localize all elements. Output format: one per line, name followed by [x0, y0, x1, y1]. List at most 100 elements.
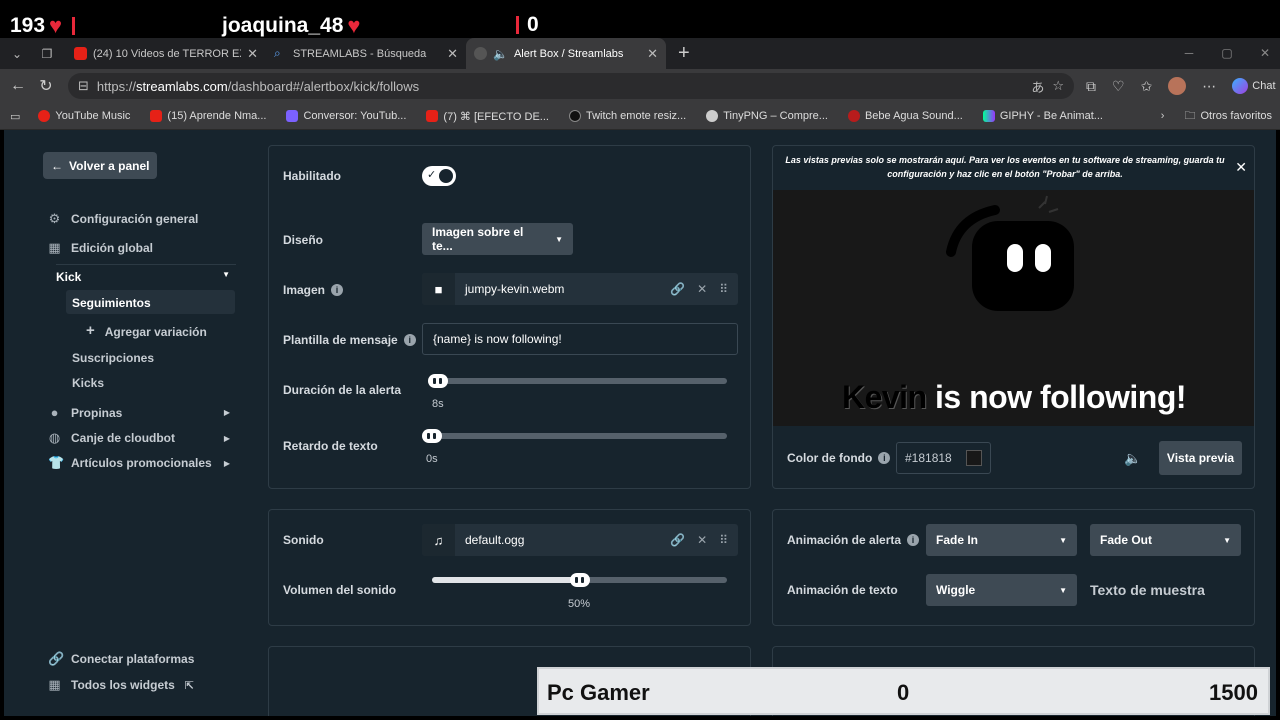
- performance-icon[interactable]: ♡: [1112, 78, 1125, 95]
- duration-slider[interactable]: [428, 374, 727, 388]
- caret-right-icon: ▶: [223, 458, 230, 468]
- site-info-icon[interactable]: ⊟: [78, 78, 89, 94]
- close-tab-icon[interactable]: ✕: [447, 46, 458, 62]
- new-tab-icon[interactable]: +: [678, 42, 690, 65]
- bookmark-label: Bebe Agua Sound...: [864, 110, 963, 122]
- sidebar-item-general[interactable]: ⚙ Configuración general: [48, 211, 238, 227]
- sidebar-item-subscriptions[interactable]: Suscripciones: [72, 351, 154, 365]
- color-swatch[interactable]: [966, 450, 982, 466]
- slider-handle[interactable]: [422, 429, 442, 443]
- bookmark-item[interactable]: GIPHY - Be Animat...: [982, 110, 1103, 122]
- bookmark-item[interactable]: YouTube Music: [38, 110, 130, 122]
- text-animation-select[interactable]: Wiggle ▼: [926, 574, 1077, 606]
- browser-tab[interactable]: ⌕ STREAMLABS - Búsqueda ✕: [266, 38, 466, 69]
- volume-icon[interactable]: 🔈: [1124, 450, 1141, 467]
- slider-handle[interactable]: [428, 374, 448, 388]
- goal-label: Pc Gamer: [547, 680, 650, 705]
- minimize-icon[interactable]: ─: [1170, 38, 1208, 69]
- close-tab-icon[interactable]: ✕: [247, 46, 258, 62]
- connect-platforms-link[interactable]: 🔗 Conectar plataformas: [48, 651, 238, 667]
- bookmark-item[interactable]: Bebe Agua Sound...: [847, 110, 963, 122]
- close-tab-icon[interactable]: ✕: [647, 46, 658, 62]
- sound-file-field[interactable]: ♫ default.ogg 🔗 ✕ ⠿: [422, 524, 738, 556]
- bookmark-item[interactable]: (7) ⌘ [EFECTO DE...: [426, 110, 549, 123]
- heart-icon: ♥: [347, 13, 361, 38]
- bookmark-label: Twitch emote resiz...: [585, 110, 687, 122]
- add-variation-button[interactable]: + Agregar variación: [86, 322, 207, 339]
- bookmark-item[interactable]: TinyPNG – Compre...: [706, 110, 828, 122]
- link-icon[interactable]: 🔗: [670, 282, 685, 296]
- bookmark-item[interactable]: Conversor: YouTub...: [286, 110, 406, 122]
- alert-in-select[interactable]: Fade In ▼: [926, 524, 1077, 556]
- check-icon: ✓: [427, 169, 437, 181]
- sidebar-item-kicks[interactable]: Kicks: [72, 376, 104, 390]
- sidebar-item-label: Propinas: [71, 405, 123, 420]
- favorite-star-icon[interactable]: ☆: [1052, 78, 1064, 94]
- speaker-icon[interactable]: 🔈: [493, 47, 508, 61]
- reading-list-icon[interactable]: ▭: [10, 110, 20, 123]
- other-favorites[interactable]: 🗀 Otros favoritos: [1184, 107, 1272, 126]
- bookmark-item[interactable]: Twitch emote resiz...: [568, 110, 687, 122]
- browser-tab-active[interactable]: 🔈 Alert Box / Streamlabs ✕: [466, 38, 666, 69]
- bookmark-label: YouTube Music: [55, 110, 131, 122]
- design-select[interactable]: Imagen sobre el te... ▼: [422, 223, 573, 255]
- favorites-icon[interactable]: ✩: [1141, 78, 1153, 95]
- refresh-icon[interactable]: ↻: [32, 76, 60, 96]
- more-menu-icon[interactable]: ⋯: [1202, 78, 1216, 95]
- preview-message: Kevin is now following!: [773, 379, 1254, 416]
- alert-out-select[interactable]: Fade Out ▼: [1090, 524, 1241, 556]
- sidebar-item-cloudbot[interactable]: ◍ Canje de cloudbot ▶: [48, 430, 238, 446]
- text-delay-slider[interactable]: [422, 429, 727, 443]
- info-icon[interactable]: i: [403, 334, 416, 346]
- tab-menu-button[interactable]: ⌄: [4, 43, 30, 65]
- back-icon[interactable]: ←: [4, 77, 32, 95]
- bg-color-input[interactable]: #181818: [896, 442, 991, 474]
- volume-slider[interactable]: [432, 573, 727, 587]
- gallery-grid-icon[interactable]: ⠿: [719, 533, 728, 547]
- sidebar-section-kick[interactable]: Kick ▼: [56, 264, 236, 284]
- sidebar-item-merch[interactable]: 👕 Artículos promocionales ▶: [48, 455, 238, 471]
- giphy-icon: [982, 110, 995, 122]
- info-icon[interactable]: i: [331, 284, 344, 296]
- sidebar-item-tips[interactable]: ● Propinas ▶: [48, 405, 238, 420]
- sidebar-item-label: Edición global: [71, 241, 154, 255]
- heart-icon: ♥: [49, 13, 63, 38]
- streamlabs-page: ← Volver a panel ⚙ Configuración general ▦…: [4, 130, 1276, 716]
- goal-current: 0: [897, 680, 910, 705]
- clear-icon[interactable]: ✕: [697, 533, 707, 547]
- message-template-input[interactable]: {name} is now following!: [422, 323, 738, 355]
- preview-button[interactable]: Vista previa: [1159, 441, 1242, 475]
- chevron-right-icon[interactable]: ›: [1161, 110, 1165, 122]
- translate-icon[interactable]: あ: [1031, 77, 1044, 96]
- slider-handle[interactable]: [569, 573, 590, 587]
- extensions-icon[interactable]: ⧉: [1086, 78, 1096, 95]
- username-display: joaquina_48 ♥: [222, 13, 360, 39]
- profile-avatar[interactable]: [1168, 77, 1187, 95]
- link-icon: 🔗: [48, 651, 65, 666]
- back-to-panel-button[interactable]: ← Volver a panel: [43, 152, 158, 179]
- url-field[interactable]: ⊟ https://streamlabs.com/dashboard#/aler…: [68, 73, 1074, 99]
- close-notice-icon[interactable]: ✕: [1235, 160, 1247, 174]
- enabled-toggle[interactable]: ✓: [422, 166, 456, 186]
- copilot-chat-button[interactable]: Chat: [1232, 78, 1276, 94]
- overlay-username: joaquina_48: [222, 14, 344, 37]
- close-window-icon[interactable]: ✕: [1246, 38, 1280, 69]
- info-icon[interactable]: i: [878, 452, 891, 464]
- browser-tab[interactable]: (24) 10 Videos de TERROR EXTREMO ✕: [66, 38, 266, 69]
- workspaces-icon[interactable]: ❐: [34, 43, 60, 65]
- image-file-field[interactable]: ■ jumpy-kevin.webm 🔗 ✕ ⠿: [422, 273, 738, 305]
- all-widgets-link[interactable]: ▦ Todos los widgets ⇱: [48, 677, 238, 693]
- preview-notice: Las vistas previas solo se mostrarán aqu…: [773, 146, 1254, 190]
- sidebar-item-global[interactable]: ▦ Edición global: [48, 240, 238, 256]
- info-icon[interactable]: i: [907, 534, 920, 546]
- bookmark-item[interactable]: (15) Aprende Nma...: [150, 110, 266, 122]
- preview-message-text: is now following!: [926, 379, 1187, 415]
- gallery-grid-icon[interactable]: ⠿: [719, 282, 728, 296]
- twitch-emote-icon: [568, 110, 581, 122]
- bookmark-label: (15) Aprende Nma...: [167, 110, 267, 122]
- sidebar-item-follows[interactable]: Seguimientos: [66, 290, 235, 314]
- image-file-name: jumpy-kevin.webm: [465, 282, 565, 296]
- maximize-icon[interactable]: ▢: [1208, 38, 1246, 69]
- clear-icon[interactable]: ✕: [697, 282, 707, 296]
- link-icon[interactable]: 🔗: [670, 533, 685, 547]
